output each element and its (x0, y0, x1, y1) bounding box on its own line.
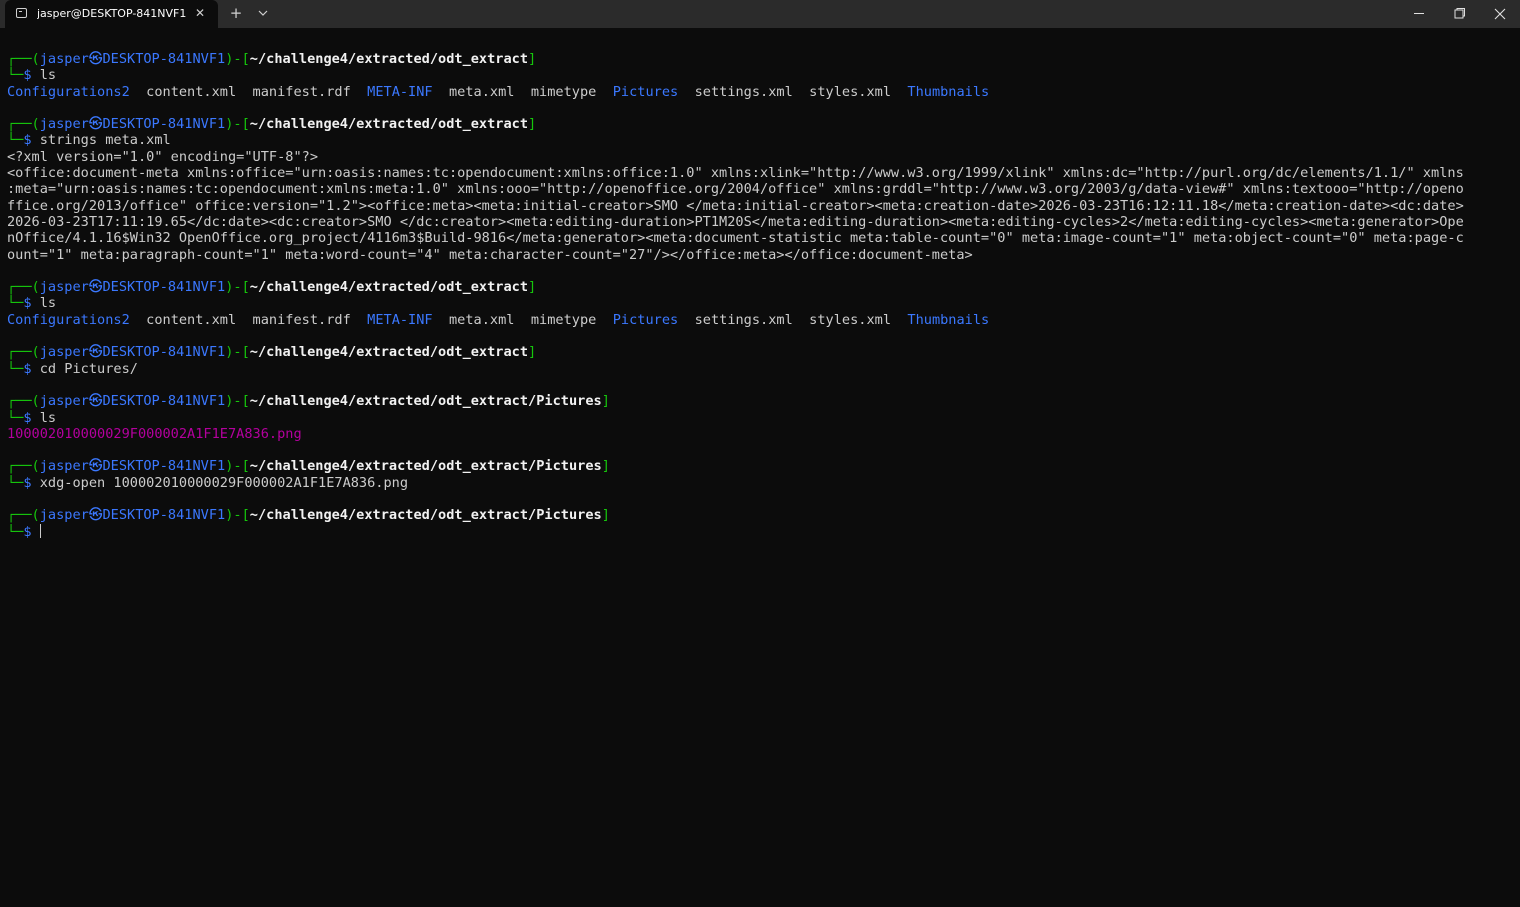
strings-output-line: :meta="urn:oasis:names:tc:opendocument:x… (7, 181, 1464, 198)
terminal-output[interactable]: ┌──(jasper㉿DESKTOP-841NVF1)-[~/challenge… (7, 51, 1507, 540)
ls-entry-file: styles.xml (809, 83, 892, 100)
command-line: └─$ ls (7, 67, 57, 84)
ls-entry-dir: META-INF (367, 311, 433, 328)
command-line: └─$ ls (7, 295, 57, 312)
terminal-tab[interactable]: jasper@DESKTOP-841NVF1: ~/ ✕ (5, 0, 218, 28)
prompt-line: ┌──(jasper㉿DESKTOP-841NVF1)-[~/challenge… (7, 51, 537, 67)
ls-entry-dir: Configurations2 (7, 83, 130, 100)
command-line: └─$ strings meta.xml (7, 132, 171, 149)
strings-output-line: <?xml version="1.0" encoding="UTF-8"?> (7, 148, 318, 165)
prompt-line: ┌──(jasper㉿DESKTOP-841NVF1)-[~/challenge… (7, 279, 537, 296)
minimize-icon[interactable] (1399, 0, 1439, 28)
command-line: └─$ cd Pictures/ (7, 360, 138, 377)
ls-entry-file: mimetype (530, 311, 597, 328)
ls-entry-file: content.xml (146, 311, 237, 328)
ls-entry-file: meta.xml (449, 311, 515, 328)
prompt-line: ┌──(jasper㉿DESKTOP-841NVF1)-[~/challenge… (7, 393, 610, 410)
strings-output-line: nOffice/4.1.16$Win32 OpenOffice.org_proj… (7, 230, 1464, 247)
strings-output-line: <office:document-meta xmlns:office="urn:… (7, 165, 1464, 182)
ls-entry-file: content.xml (146, 83, 237, 100)
strings-output-line: 2026-03-23T17:11:19.65</dc:date><dc:crea… (7, 213, 1464, 230)
ls-entry-dir: META-INF (367, 83, 433, 100)
chevron-down-icon[interactable] (255, 5, 271, 21)
image-file-entry: 100002010000029F000002A1F1E7A836.png (7, 425, 302, 442)
title-bar: jasper@DESKTOP-841NVF1: ~/ ✕ + (0, 0, 1520, 28)
ls-entry-dir: Pictures (612, 311, 679, 328)
prompt-line: ┌──(jasper㉿DESKTOP-841NVF1)-[~/challenge… (7, 507, 610, 524)
ls-entry-file: settings.xml (694, 83, 793, 100)
prompt-line: ┌──(jasper㉿DESKTOP-841NVF1)-[~/challenge… (7, 344, 537, 361)
ls-entry-dir: Pictures (612, 83, 679, 100)
ls-entry-file: styles.xml (809, 311, 892, 328)
prompt-line: ┌──(jasper㉿DESKTOP-841NVF1)-[~/challenge… (7, 116, 537, 133)
tab-title: jasper@DESKTOP-841NVF1: ~/ (37, 7, 187, 20)
new-tab-icon[interactable]: + (228, 5, 244, 21)
ls-entry-file: manifest.rdf (252, 83, 351, 100)
ls-entry-dir: Thumbnails (907, 83, 990, 100)
close-icon[interactable] (1480, 0, 1520, 28)
ls-output: Configurations2 content.xml manifest.rdf… (7, 84, 1507, 100)
command-line: └─$ xdg-open 100002010000029F000002A1F1E… (7, 474, 409, 491)
ls-entry-file: settings.xml (694, 311, 793, 328)
ls-entry-dir: Thumbnails (907, 311, 990, 328)
ls-entry-dir: Configurations2 (7, 311, 130, 328)
command-line: └─$ ls (7, 409, 57, 426)
ls-entry-file: manifest.rdf (252, 311, 351, 328)
tab-close-icon[interactable]: ✕ (193, 5, 207, 21)
ls-entry-file: mimetype (530, 83, 597, 100)
ls-entry-file: meta.xml (449, 83, 515, 100)
text-cursor (39, 523, 41, 538)
terminal-icon (16, 8, 27, 18)
maximize-icon[interactable] (1439, 0, 1479, 28)
ls-output: Configurations2 content.xml manifest.rdf… (7, 312, 1507, 328)
strings-output-line: ffice.org/2013/office" office:version="1… (7, 197, 1464, 214)
prompt-line: ┌──(jasper㉿DESKTOP-841NVF1)-[~/challenge… (7, 458, 610, 475)
strings-output-line: ount="1" meta:paragraph-count="1" meta:w… (7, 246, 973, 263)
active-command-line[interactable]: └─$ (7, 523, 1507, 540)
